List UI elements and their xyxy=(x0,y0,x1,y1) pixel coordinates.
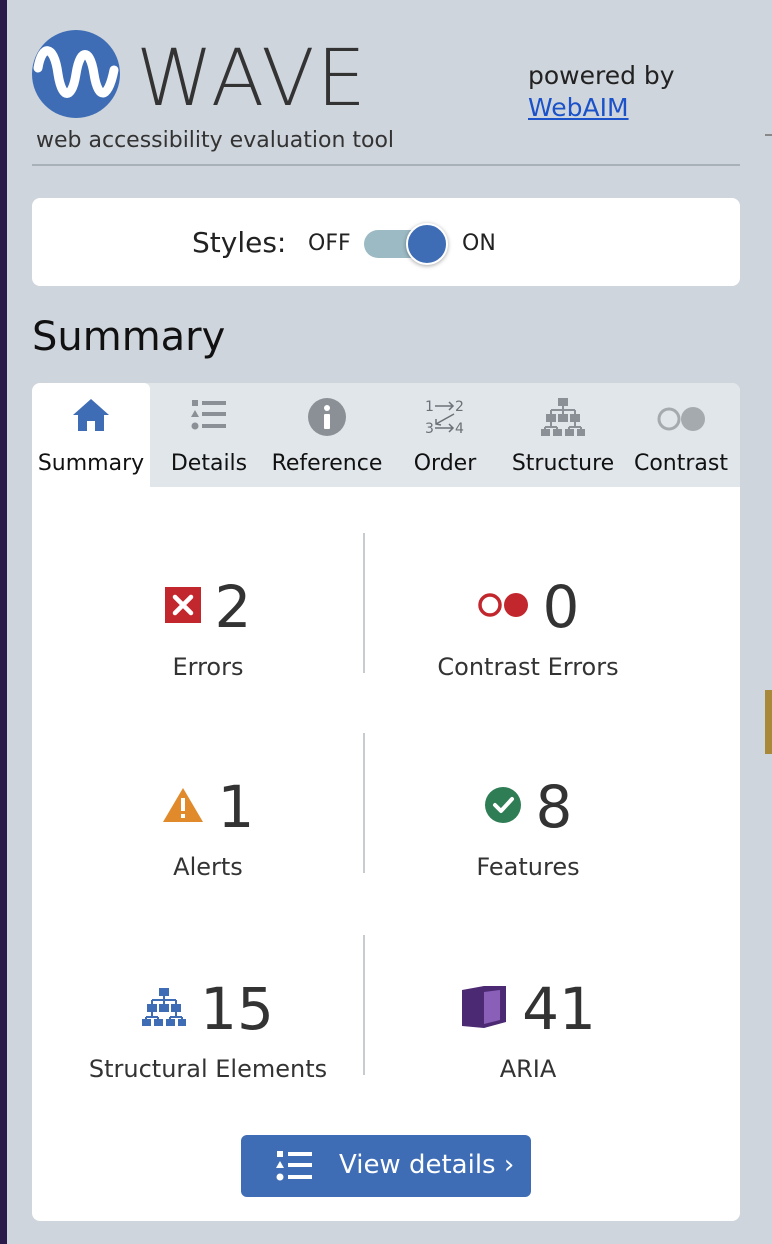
section-title: Summary xyxy=(32,314,226,360)
tab-bar: Summary Details Reference 1 2 3 4 Order … xyxy=(32,383,740,487)
alerts-label: Alerts xyxy=(173,853,243,881)
stat-aria[interactable]: 41 ARIA xyxy=(368,969,688,1119)
wave-logo-icon xyxy=(32,30,120,118)
powered-by-text: powered by xyxy=(528,61,675,90)
styles-off-label: OFF xyxy=(308,231,351,256)
summary-panel: Summary Details Reference 1 2 3 4 Order … xyxy=(32,383,740,1221)
powered-by: powered by WebAIM xyxy=(528,60,675,124)
tab-label: Structure xyxy=(511,451,615,476)
tab-label: Summary xyxy=(37,451,145,476)
styles-on-label: ON xyxy=(462,231,496,256)
structure-icon xyxy=(142,987,187,1031)
info-icon xyxy=(307,397,347,441)
stat-features[interactable]: 8 Features xyxy=(368,767,688,917)
order-icon: 1 2 3 4 xyxy=(423,397,467,441)
styles-label: Styles: xyxy=(192,226,287,259)
tab-label: Reference xyxy=(271,451,383,476)
errors-label: Errors xyxy=(172,653,244,681)
tab-reference[interactable]: Reference xyxy=(268,383,386,487)
tab-order[interactable]: 1 2 3 4 Order xyxy=(386,383,504,487)
error-icon xyxy=(164,587,201,627)
structure-icon xyxy=(541,397,585,441)
contrast-errors-count: 0 xyxy=(542,573,580,641)
view-details-label: View details › xyxy=(339,1150,515,1180)
contrast-error-icon xyxy=(477,591,529,623)
feature-icon xyxy=(484,786,522,828)
stat-alerts[interactable]: 1 Alerts xyxy=(48,767,368,917)
stat-contrast-errors[interactable]: 0 Contrast Errors xyxy=(368,567,688,717)
tagline: web accessibility evaluation tool xyxy=(36,128,395,153)
svg-text:4: 4 xyxy=(455,421,464,437)
aria-label: ARIA xyxy=(499,1055,557,1083)
toggle-knob[interactable] xyxy=(406,223,448,265)
tab-details[interactable]: Details xyxy=(150,383,268,487)
tab-label: Details xyxy=(170,451,248,476)
tab-label: Order xyxy=(413,451,477,476)
styles-toggle-switch[interactable] xyxy=(364,223,448,265)
aria-icon xyxy=(460,984,508,1034)
tab-summary[interactable]: Summary xyxy=(32,383,150,487)
features-count: 8 xyxy=(535,773,573,841)
list-icon xyxy=(275,1149,313,1187)
list-icon xyxy=(189,397,229,437)
svg-text:1: 1 xyxy=(425,399,434,415)
structural-label: Structural Elements xyxy=(88,1055,328,1083)
stat-errors[interactable]: 2 Errors xyxy=(48,567,368,717)
page-edge-highlight xyxy=(765,690,772,754)
errors-count: 2 xyxy=(214,573,252,641)
page-edge-line xyxy=(765,134,772,136)
stat-structural-elements[interactable]: 15 Structural Elements xyxy=(48,969,368,1119)
alert-icon xyxy=(162,787,204,827)
tab-structure[interactable]: Structure xyxy=(504,383,622,487)
view-details-button[interactable]: View details › xyxy=(241,1135,531,1197)
contrast-icon xyxy=(655,397,707,441)
tab-label: Contrast xyxy=(633,451,728,476)
aria-count: 41 xyxy=(522,975,596,1043)
structural-count: 15 xyxy=(200,975,274,1043)
window-left-edge xyxy=(0,0,7,1244)
header: WAVE web accessibility evaluation tool p… xyxy=(32,28,740,166)
svg-text:2: 2 xyxy=(455,399,464,415)
webaim-link[interactable]: WebAIM xyxy=(528,93,629,122)
contrast-errors-label: Contrast Errors xyxy=(437,653,619,681)
wave-logo-text: WAVE xyxy=(136,34,368,124)
svg-text:3: 3 xyxy=(425,421,434,437)
styles-toggle-card: Styles: OFF ON xyxy=(32,198,740,286)
features-label: Features xyxy=(476,853,580,881)
home-icon xyxy=(71,397,111,437)
alerts-count: 1 xyxy=(217,773,255,841)
tab-contrast[interactable]: Contrast xyxy=(622,383,740,487)
